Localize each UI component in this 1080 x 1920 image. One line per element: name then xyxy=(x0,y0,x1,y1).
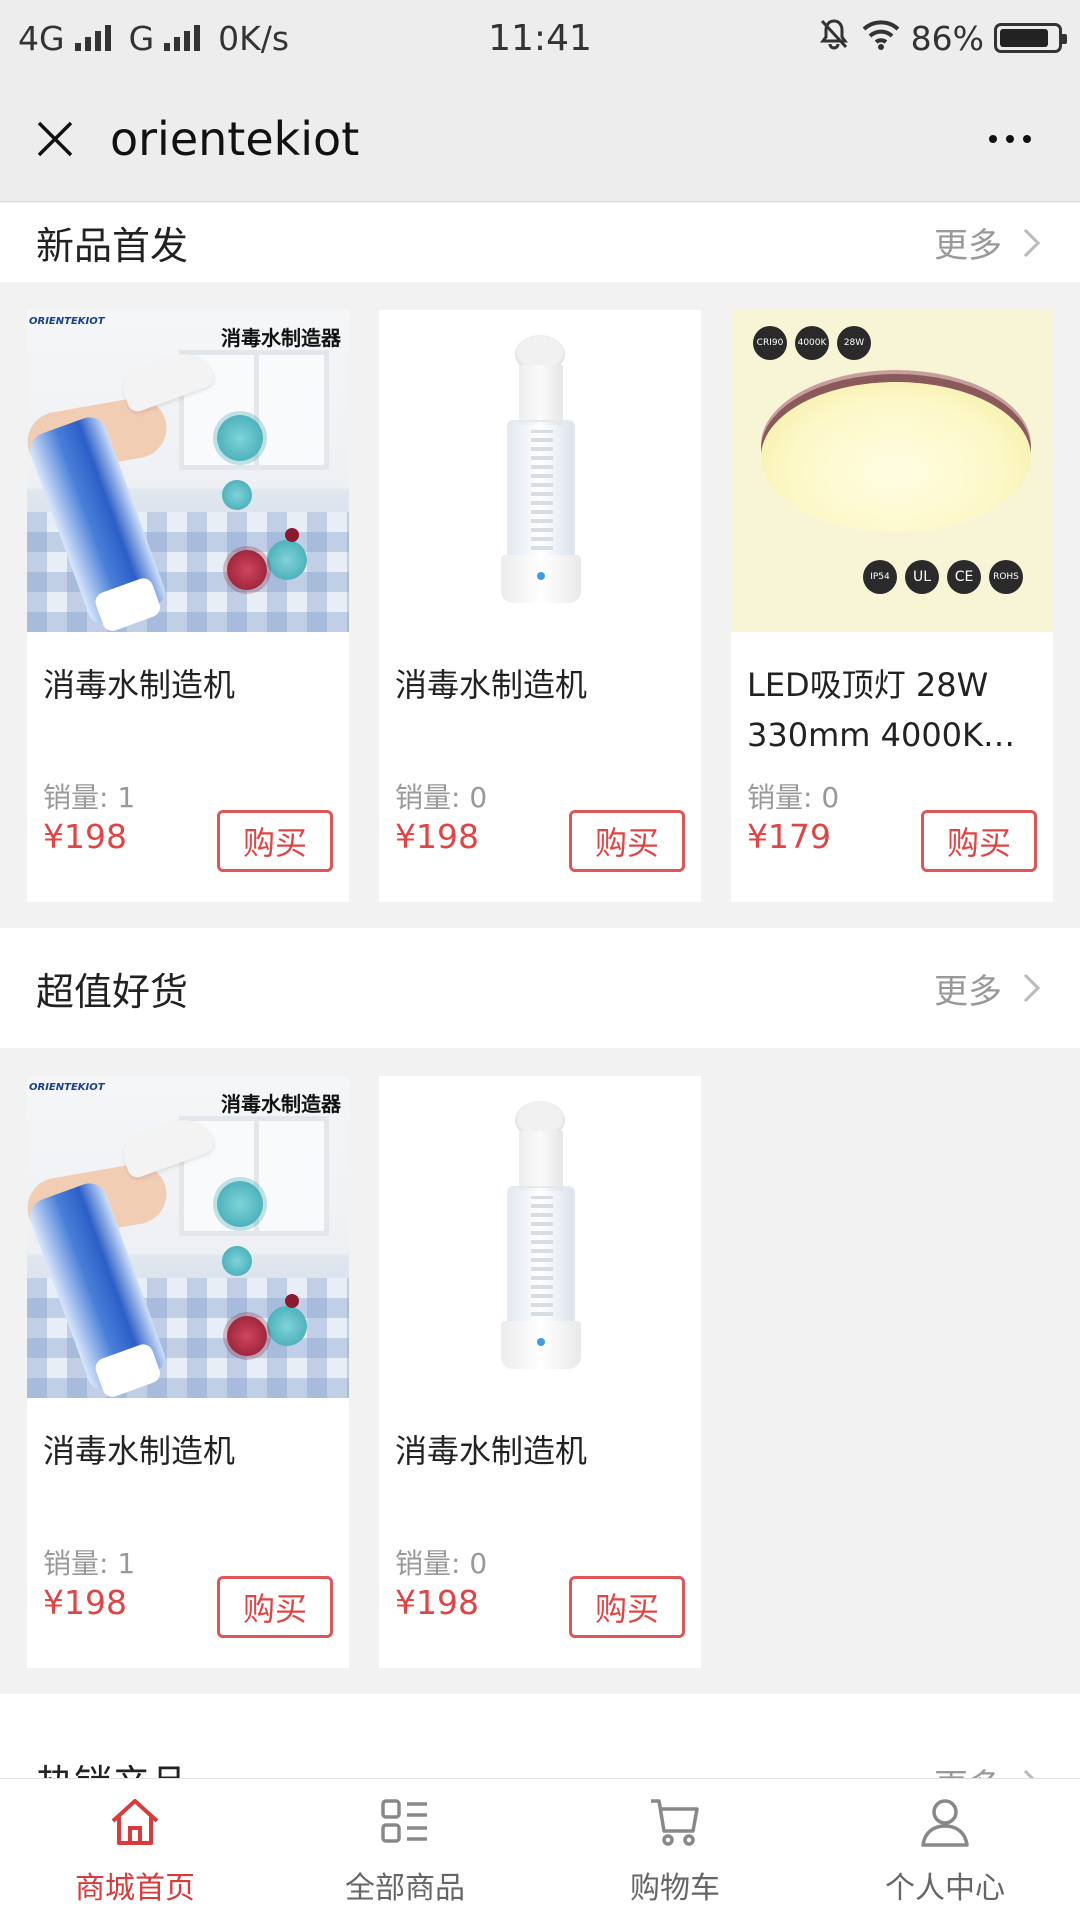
product-name[interactable]: 消毒水制造机 xyxy=(27,660,349,760)
nav-item-home[interactable]: 商城首页 xyxy=(0,1779,270,1920)
product-image[interactable]: ORIENTEKIOT 消毒水制造器 xyxy=(27,1076,349,1398)
image-caption: 消毒水制造器 xyxy=(221,326,341,350)
main-content[interactable]: 新品首发 更多 ORIENTEKIOT 消毒水制造器 消毒水制造机 销量: 1 … xyxy=(0,203,1080,1778)
more-link[interactable]: 更多 xyxy=(934,1759,1044,1778)
product-grid: ORIENTEKIOT 消毒水制造器 消毒水制造机 销量: 1 ¥198 购买 … xyxy=(0,282,1080,928)
image-caption: 消毒水制造器 xyxy=(221,1092,341,1116)
nav-item-profile[interactable]: 个人中心 xyxy=(810,1779,1080,1920)
nav-item-cart[interactable]: 购物车 xyxy=(540,1779,810,1920)
network-label-2: G xyxy=(128,18,155,58)
close-icon xyxy=(37,121,73,156)
more-options-button[interactable] xyxy=(980,116,1040,162)
more-label: 更多 xyxy=(934,1759,1002,1778)
product-card[interactable]: 消毒水制造机 销量: 0 ¥198 购买 xyxy=(379,1076,701,1668)
cart-icon xyxy=(651,1799,699,1846)
battery-icon xyxy=(994,23,1067,53)
product-name[interactable]: 消毒水制造机 xyxy=(379,660,701,760)
buy-button[interactable]: 购买 xyxy=(569,1576,685,1638)
product-sales: 销量: 0 xyxy=(747,781,840,814)
product-sales: 销量: 0 xyxy=(395,781,488,814)
section-header-value: 超值好货 更多 xyxy=(0,928,1080,1048)
wifi-icon xyxy=(861,17,901,59)
battery-percent: 86% xyxy=(910,18,984,58)
product-price: ¥198 xyxy=(43,1583,127,1622)
more-label: 更多 xyxy=(934,226,1002,266)
spec-badge: CRI90 xyxy=(753,326,787,360)
signal-icon xyxy=(74,25,111,51)
product-card[interactable]: ORIENTEKIOT 消毒水制造器 消毒水制造机 销量: 1 ¥198 购买 xyxy=(27,1076,349,1668)
spec-badge: 28W xyxy=(837,326,871,360)
chevron-right-icon xyxy=(1011,973,1041,1003)
spec-badge: 4000K xyxy=(795,326,829,360)
product-price: ¥198 xyxy=(43,817,127,856)
product-image[interactable]: CRI90 4000K 28W IP54 UL CE ROHS xyxy=(731,310,1053,632)
cert-badge: CE xyxy=(947,560,981,594)
section-title: 新品首发 xyxy=(36,224,189,268)
product-card[interactable]: ORIENTEKIOT 消毒水制造器 消毒水制造机 销量: 1 ¥198 购买 xyxy=(27,310,349,902)
nav-label: 购物车 xyxy=(630,1871,720,1906)
product-price: ¥198 xyxy=(395,817,479,856)
nav-label: 全部商品 xyxy=(345,1871,465,1906)
section-header-hot: 热销产品 更多 xyxy=(0,1694,1080,1778)
status-bar: 4G G 0K/s 11:41 86% xyxy=(0,0,1080,76)
brand-logo: ORIENTEKIOT xyxy=(29,316,105,327)
more-label: 更多 xyxy=(934,971,1002,1012)
page-title: orientekiot xyxy=(110,111,360,166)
buy-button[interactable]: 购买 xyxy=(217,810,333,872)
chevron-right-icon xyxy=(1011,1769,1041,1778)
cert-badge: ROHS xyxy=(989,560,1023,594)
product-grid: ORIENTEKIOT 消毒水制造器 消毒水制造机 销量: 1 ¥198 购买 … xyxy=(0,1048,1080,1694)
network-speed: 0K/s xyxy=(218,18,290,58)
home-icon xyxy=(111,1799,159,1845)
product-sales: 销量: 1 xyxy=(43,781,136,814)
product-name[interactable]: LED吸顶灯 28W 330mm 4000K… xyxy=(731,660,1053,760)
chevron-right-icon xyxy=(1011,228,1041,257)
close-button[interactable] xyxy=(0,76,110,202)
product-image[interactable] xyxy=(379,310,701,632)
product-sales: 销量: 0 xyxy=(395,1547,488,1580)
title-bar: orientekiot xyxy=(0,76,1080,202)
buy-button[interactable]: 购买 xyxy=(217,1576,333,1638)
brand-logo: ORIENTEKIOT xyxy=(29,1082,105,1093)
nav-item-all-products[interactable]: 全部商品 xyxy=(270,1779,540,1920)
mute-icon xyxy=(817,17,851,59)
network-label: 4G xyxy=(18,18,65,58)
section-header-new: 新品首发 更多 xyxy=(0,203,1080,282)
product-name[interactable]: 消毒水制造机 xyxy=(27,1426,349,1526)
product-name[interactable]: 消毒水制造机 xyxy=(379,1426,701,1526)
cert-badge: IP54 xyxy=(863,560,897,594)
nav-label: 商城首页 xyxy=(75,1871,195,1906)
product-price: ¥198 xyxy=(395,1583,479,1622)
signal-icon-2 xyxy=(164,25,201,51)
buy-button[interactable]: 购买 xyxy=(921,810,1037,872)
product-sales: 销量: 1 xyxy=(43,1547,136,1580)
section-title: 超值好货 xyxy=(36,969,189,1014)
product-image[interactable]: ORIENTEKIOT 消毒水制造器 xyxy=(27,310,349,632)
product-image[interactable] xyxy=(379,1076,701,1398)
product-card[interactable]: CRI90 4000K 28W IP54 UL CE ROHS LED吸顶灯 2… xyxy=(731,310,1053,902)
product-card[interactable]: 消毒水制造机 销量: 0 ¥198 购买 xyxy=(379,310,701,902)
product-price: ¥179 xyxy=(747,817,831,856)
bottom-nav: 商城首页 全部商品 购物车 个人中心 xyxy=(0,1778,1080,1920)
more-link[interactable]: 更多 xyxy=(934,964,1044,1013)
user-icon xyxy=(921,1799,969,1847)
list-icon xyxy=(381,1799,427,1843)
buy-button[interactable]: 购买 xyxy=(569,810,685,872)
cert-badge: UL xyxy=(905,560,939,594)
nav-label: 个人中心 xyxy=(885,1871,1005,1906)
section-title: 热销产品 xyxy=(36,1753,188,1778)
more-link[interactable]: 更多 xyxy=(934,218,1044,267)
